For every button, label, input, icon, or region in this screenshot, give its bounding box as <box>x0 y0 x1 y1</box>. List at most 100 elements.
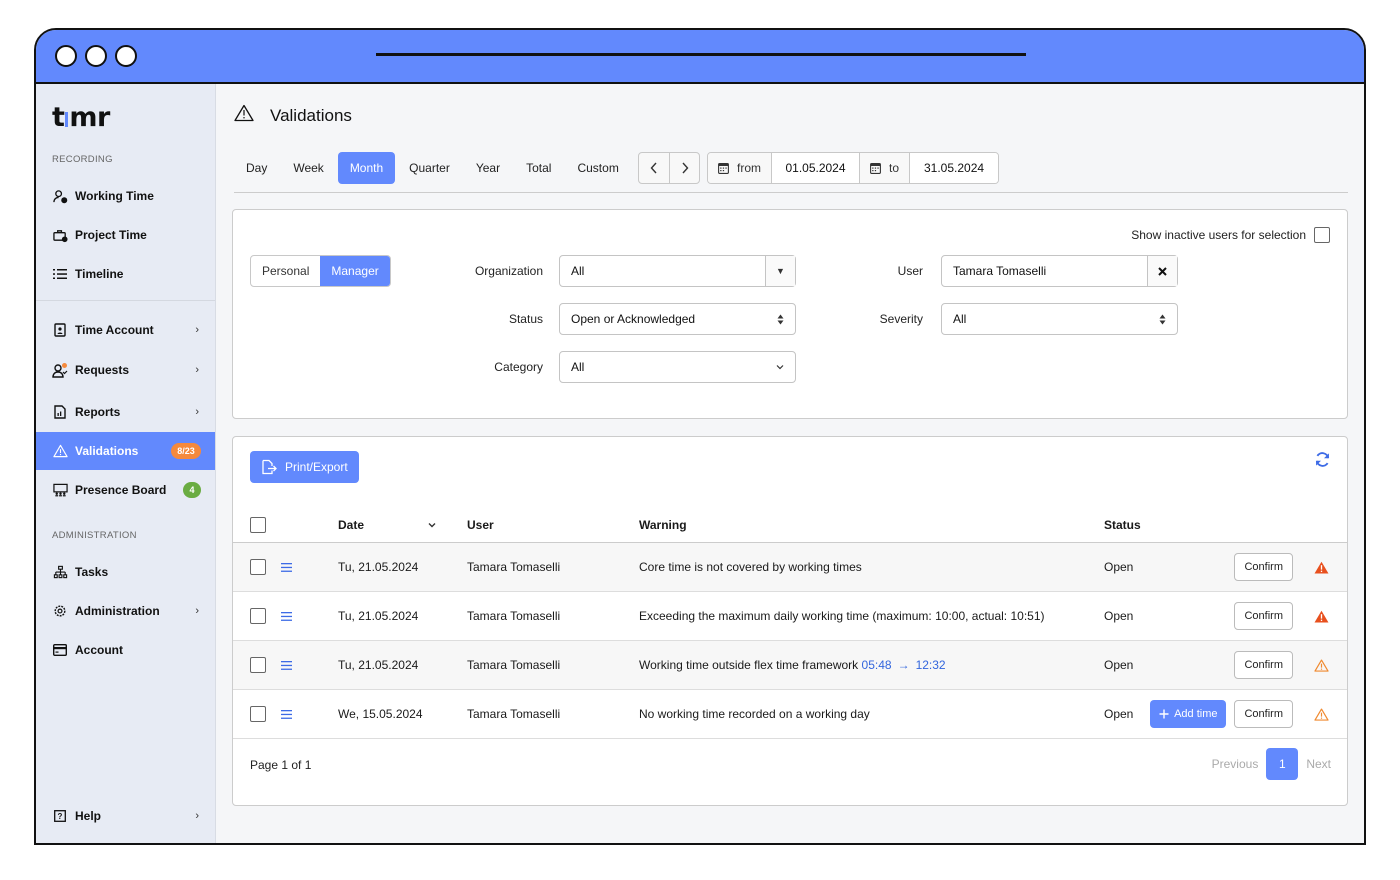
briefcase-clock-icon <box>52 227 68 243</box>
show-inactive-checkbox[interactable] <box>1314 227 1330 243</box>
select-all-checkbox[interactable] <box>250 516 266 533</box>
next-page-button[interactable]: Next <box>1306 757 1331 771</box>
row-status: Open <box>1104 609 1134 623</box>
confirm-button[interactable]: Confirm <box>1234 651 1293 679</box>
column-warning: Warning <box>639 517 687 532</box>
tab-year[interactable]: Year <box>464 152 512 184</box>
add-time-button[interactable]: Add time <box>1150 700 1227 728</box>
sidebar-item-reports[interactable]: Reports › <box>36 393 215 431</box>
table-row: Tu, 21.05.2024 Tamara Tomaselli Exceedin… <box>233 592 1347 641</box>
error-severity-icon <box>1311 610 1331 623</box>
row-warning: Exceeding the maximum daily working time… <box>639 609 1045 623</box>
row-checkbox[interactable] <box>250 706 266 722</box>
severity-select[interactable]: All <box>941 303 1178 335</box>
tab-custom[interactable]: Custom <box>565 152 630 184</box>
sidebar-item-working-time[interactable]: Working Time <box>36 177 215 215</box>
user-select[interactable]: Tamara Tomaselli <box>941 255 1178 287</box>
category-label: Category <box>494 360 543 374</box>
status-select[interactable]: Open or Acknowledged <box>559 303 796 335</box>
chevron-right-icon: › <box>195 810 199 822</box>
from-date-input[interactable]: 01.05.2024 <box>771 153 860 183</box>
sidebar-item-account[interactable]: Account <box>36 631 215 669</box>
period-tabs: Day Week Month Quarter Year Total Custom <box>234 152 633 184</box>
sidebar-item-project-time[interactable]: Project Time <box>36 216 215 254</box>
column-user: User <box>467 517 494 532</box>
show-inactive-users: Show inactive users for selection <box>1131 227 1330 243</box>
next-period-button[interactable] <box>669 153 699 183</box>
mode-personal-button[interactable]: Personal <box>251 256 320 286</box>
from-label-group[interactable]: from <box>708 153 771 183</box>
chevron-right-icon: › <box>195 605 199 617</box>
warning-icon <box>52 443 68 459</box>
tab-month[interactable]: Month <box>337 152 396 184</box>
app-logo[interactable]: t mr <box>52 102 110 133</box>
column-date[interactable]: Date <box>338 507 436 542</box>
sidebar-item-presence-board[interactable]: Presence Board 4 <box>36 471 215 509</box>
row-checkbox[interactable] <box>250 608 266 624</box>
sidebar-item-help[interactable]: ? Help › <box>36 797 215 835</box>
sidebar-item-timeline[interactable]: Timeline <box>36 255 215 293</box>
tab-total[interactable]: Total <box>514 152 563 184</box>
confirm-button[interactable]: Confirm <box>1234 602 1293 630</box>
sidebar-item-tasks[interactable]: Tasks <box>36 553 215 591</box>
refresh-icon <box>1315 452 1330 467</box>
row-details-button[interactable] <box>281 543 292 591</box>
time-to-link[interactable]: 12:32 <box>916 658 946 672</box>
sidebar-item-label: Help <box>75 809 102 823</box>
sort-chevron-down-icon[interactable] <box>428 522 436 528</box>
sidebar-item-label: Tasks <box>75 565 109 579</box>
time-from-link[interactable]: 05:48 <box>862 658 892 672</box>
close-icon <box>1158 266 1167 276</box>
page-1-button[interactable]: 1 <box>1266 748 1299 780</box>
row-checkbox[interactable] <box>250 559 266 575</box>
chevron-left-icon <box>650 162 657 174</box>
window-control-close[interactable] <box>55 45 77 67</box>
sidebar-item-label: Account <box>75 643 123 657</box>
organization-select[interactable]: All ▼ <box>559 255 796 287</box>
validations-table-panel: Print/Export Date User Warning Status Tu… <box>232 436 1348 806</box>
tab-week[interactable]: Week <box>281 152 335 184</box>
from-label: from <box>737 161 761 175</box>
sidebar-item-label: Requests <box>75 363 130 377</box>
previous-period-button[interactable] <box>639 153 669 183</box>
to-label-group[interactable]: to <box>860 153 910 183</box>
user-check-icon <box>52 362 68 378</box>
refresh-button[interactable] <box>1314 451 1331 471</box>
tab-quarter[interactable]: Quarter <box>397 152 462 184</box>
tab-day[interactable]: Day <box>234 152 279 184</box>
window-control-minimize[interactable] <box>85 45 107 67</box>
row-details-button[interactable] <box>281 592 292 640</box>
print-export-button[interactable]: Print/Export <box>250 451 359 483</box>
row-checkbox[interactable] <box>250 657 266 673</box>
confirm-button[interactable]: Confirm <box>1234 553 1293 581</box>
clear-user-button[interactable] <box>1147 256 1177 286</box>
show-inactive-label: Show inactive users for selection <box>1131 228 1306 242</box>
hierarchy-icon <box>52 564 68 580</box>
mode-manager-button[interactable]: Manager <box>320 256 390 286</box>
error-severity-icon <box>1311 561 1331 574</box>
sidebar-item-label: Presence Board <box>75 483 167 497</box>
row-date: Tu, 21.05.2024 <box>338 560 419 574</box>
sidebar-item-administration[interactable]: Administration › <box>36 592 215 630</box>
category-select[interactable]: All <box>559 351 796 383</box>
confirm-button[interactable]: Confirm <box>1234 700 1293 728</box>
warning-severity-icon <box>1311 708 1331 721</box>
sidebar: t mr RECORDING Working Time Project Time … <box>36 84 216 843</box>
row-details-button[interactable] <box>281 641 292 689</box>
section-title-recording: RECORDING <box>52 154 113 165</box>
user-clock-icon <box>52 188 68 204</box>
chevron-right-icon: › <box>195 324 199 336</box>
previous-page-button[interactable]: Previous <box>1212 757 1259 771</box>
caret-down-icon[interactable]: ▼ <box>765 256 795 286</box>
sidebar-item-validations[interactable]: Validations 8/23 <box>36 432 215 470</box>
organization-label: Organization <box>474 264 543 278</box>
row-warning-text: Working time outside flex time framework <box>639 658 859 672</box>
row-details-button[interactable] <box>281 690 292 738</box>
sidebar-item-time-account[interactable]: Time Account › <box>36 311 215 349</box>
address-bar[interactable] <box>376 53 1026 56</box>
add-time-label: Add time <box>1174 708 1218 720</box>
sidebar-item-label: Time Account <box>75 323 154 337</box>
sidebar-item-requests[interactable]: Requests › <box>36 351 215 389</box>
window-control-maximize[interactable] <box>115 45 137 67</box>
to-date-input[interactable]: 31.05.2024 <box>909 153 999 183</box>
